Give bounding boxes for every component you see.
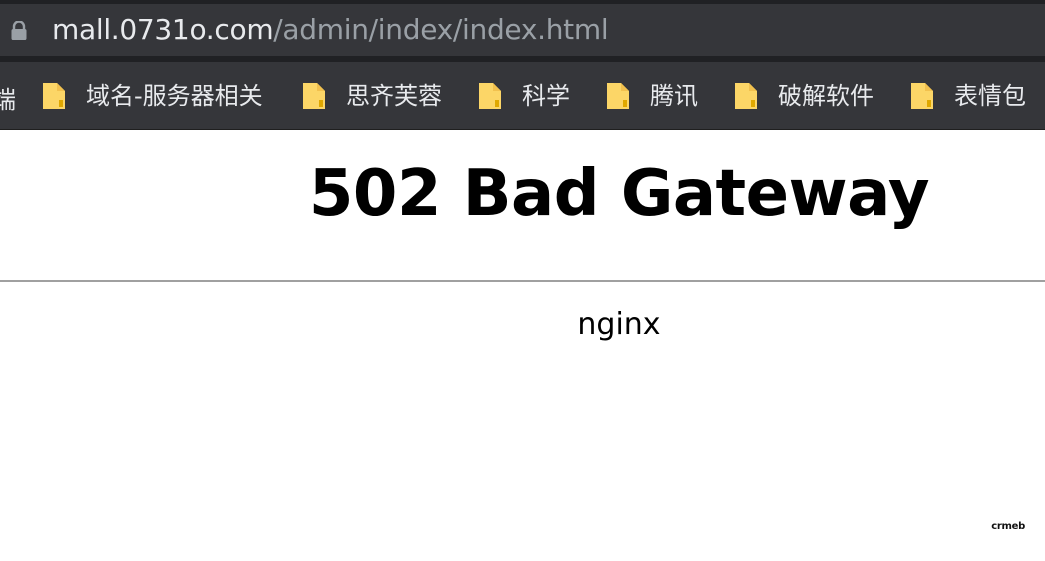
- bookmark-folder-emoji[interactable]: 表情包: [910, 76, 1026, 116]
- bookmark-partial-label[interactable]: 端: [0, 80, 16, 115]
- bookmark-label: 域名-服务器相关: [86, 82, 263, 110]
- browser-toolbar: mall.0731o.com/admin/index/index.html: [0, 0, 1045, 62]
- bookmark-folder-tencent[interactable]: 腾讯: [606, 76, 698, 116]
- bookmark-label: 思齐芙蓉: [346, 82, 442, 110]
- url-text[interactable]: mall.0731o.com/admin/index/index.html: [52, 13, 609, 46]
- bookmarks-bar: 端 域名-服务器相关 思齐芙蓉 科学 腾讯 破解软件 表情包: [0, 62, 1045, 130]
- bookmark-label: 腾讯: [650, 82, 698, 110]
- bookmark-folder-science[interactable]: 科学: [478, 76, 570, 116]
- bookmark-folder-siqi-furong[interactable]: 思齐芙蓉: [302, 76, 442, 116]
- folder-icon: [43, 83, 65, 109]
- bookmark-label: 表情包: [954, 82, 1026, 110]
- folder-icon: [607, 83, 629, 109]
- crmeb-logo: crmeb: [991, 521, 1025, 532]
- url-path: /admin/index/index.html: [273, 13, 609, 46]
- folder-icon: [735, 83, 757, 109]
- server-name: nginx: [577, 307, 661, 342]
- url-host: mall.0731o.com: [52, 13, 274, 46]
- bookmark-folder-cracked-software[interactable]: 破解软件: [734, 76, 874, 116]
- page-content: 502 Bad Gateway nginx crmeb: [0, 131, 1045, 561]
- folder-icon: [911, 83, 933, 109]
- folder-icon: [479, 83, 501, 109]
- lock-icon[interactable]: [10, 21, 28, 41]
- error-title: 502 Bad Gateway: [308, 157, 930, 231]
- bookmark-folder-domain-server[interactable]: 域名-服务器相关: [42, 76, 263, 116]
- bookmark-label: 破解软件: [778, 82, 874, 110]
- divider: [0, 280, 1045, 282]
- folder-icon: [303, 83, 325, 109]
- address-bar[interactable]: mall.0731o.com/admin/index/index.html: [0, 4, 1045, 56]
- bookmark-label: 科学: [522, 82, 570, 110]
